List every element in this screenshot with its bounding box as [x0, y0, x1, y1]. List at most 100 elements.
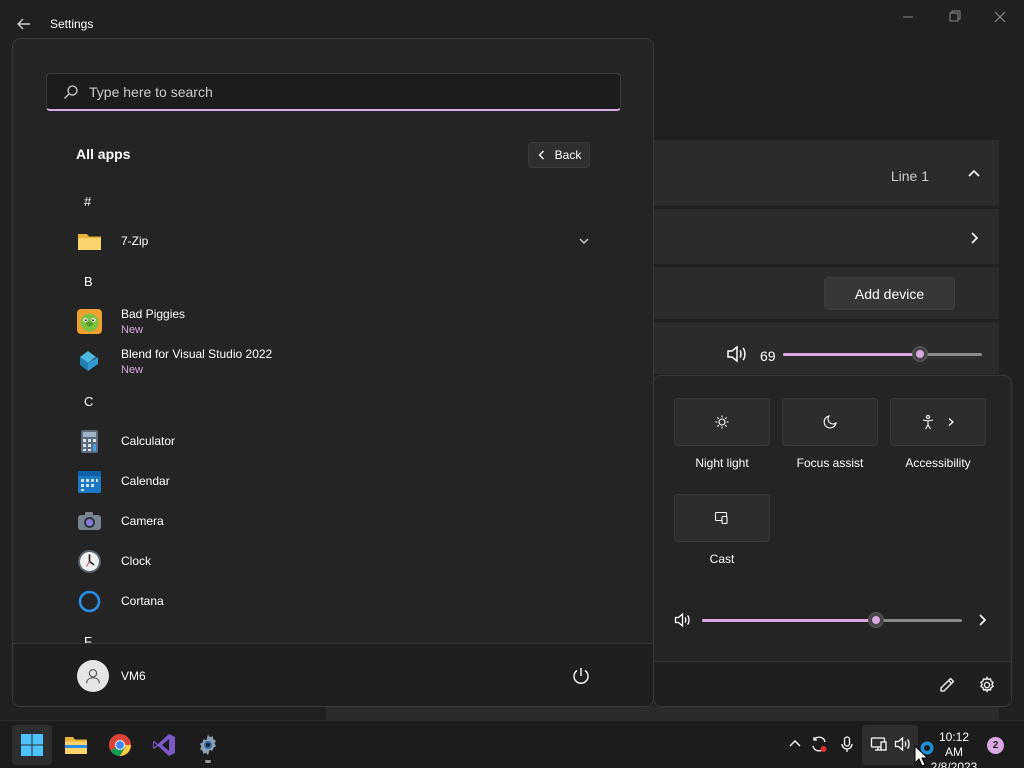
- new-badge: New: [121, 364, 144, 376]
- app-list: # 7-Zip B Bad Piggies New Blend for Visu…: [13, 181, 653, 643]
- running-indicator: [205, 760, 211, 763]
- letter-header-c[interactable]: C: [13, 381, 653, 421]
- audio-output-card[interactable]: Line 1: [654, 140, 999, 206]
- app-item-camera[interactable]: Camera: [13, 501, 653, 541]
- settings-icon: [200, 734, 216, 756]
- volume-slider[interactable]: [783, 347, 982, 361]
- app-item-cortana[interactable]: Cortana: [13, 581, 653, 621]
- cast-tile[interactable]: [674, 494, 770, 542]
- quick-volume-slider[interactable]: [702, 613, 962, 627]
- letter-header-f[interactable]: F: [13, 621, 653, 643]
- clock-time: 10:12 AM: [938, 730, 970, 759]
- window-title: Settings: [50, 17, 94, 31]
- new-badge: New: [121, 324, 144, 336]
- calculator-icon: [77, 429, 102, 454]
- chevron-down-icon[interactable]: [578, 235, 590, 247]
- network-volume-tray[interactable]: [862, 725, 918, 765]
- letter-header-b[interactable]: B: [13, 261, 653, 301]
- app-name: Cortana: [121, 594, 164, 608]
- gear-icon[interactable]: [977, 675, 997, 695]
- notification-badge[interactable]: 2: [987, 737, 1004, 754]
- volume-slider-thumb[interactable]: [913, 347, 927, 361]
- blend-icon: [77, 349, 102, 374]
- taskbar-visual-studio[interactable]: [144, 725, 184, 765]
- user-avatar-icon[interactable]: [77, 660, 109, 692]
- night-light-icon: [715, 415, 729, 429]
- folder-icon: [77, 229, 102, 254]
- app-name: Camera: [121, 514, 164, 528]
- power-icon[interactable]: [571, 666, 591, 686]
- volume-slider-fill: [783, 353, 920, 356]
- sync-icon[interactable]: [810, 735, 828, 753]
- settings-bottom-card: [326, 707, 999, 720]
- app-name: Bad Piggies: [121, 307, 186, 321]
- volume-icon: [894, 735, 912, 753]
- close-icon[interactable]: [990, 8, 1010, 26]
- app-item-blend[interactable]: Blend for Visual Studio 2022 New: [13, 341, 653, 381]
- focus-assist-icon: [823, 415, 837, 429]
- night-light-tile[interactable]: [674, 398, 770, 446]
- accessibility-icon: [922, 414, 934, 430]
- tile-label: Accessibility: [905, 456, 971, 470]
- network-icon: [870, 735, 888, 753]
- search-icon: [63, 84, 79, 100]
- start-icon: [21, 734, 43, 756]
- clock-date: 2/8/2023: [930, 760, 978, 768]
- back-button[interactable]: Back: [528, 142, 590, 168]
- chevron-up-icon[interactable]: [967, 166, 981, 180]
- search-input[interactable]: [89, 80, 589, 104]
- search-box[interactable]: [46, 73, 621, 111]
- restore-icon[interactable]: [944, 8, 964, 26]
- tile-label: Night light: [695, 456, 749, 470]
- app-item-calculator[interactable]: Calculator: [13, 421, 653, 461]
- taskbar-file-explorer[interactable]: [56, 725, 96, 765]
- chrome-icon: [109, 734, 131, 756]
- tile-label: Focus assist: [796, 456, 864, 470]
- chevron-right-icon[interactable]: [967, 231, 981, 245]
- start-menu: All apps Back # 7-Zip B Bad Piggies New: [12, 38, 654, 707]
- start-footer: VM6: [13, 643, 653, 706]
- chevron-left-icon: [538, 150, 544, 160]
- app-name: Calculator: [121, 434, 176, 448]
- add-device-button[interactable]: Add device: [824, 277, 955, 310]
- accessibility-tile[interactable]: [890, 398, 986, 446]
- app-name: Clock: [121, 554, 152, 568]
- app-name: 7-Zip: [121, 234, 149, 248]
- back-arrow-icon[interactable]: [14, 14, 34, 34]
- taskbar-settings[interactable]: [188, 725, 228, 765]
- back-button-label: Back: [554, 148, 582, 162]
- chevron-right-icon[interactable]: [977, 613, 989, 627]
- camera-icon: [77, 509, 102, 534]
- quick-settings-panel: Night light Focus assist Accessibility C…: [653, 375, 1012, 707]
- microphone-icon[interactable]: [838, 735, 856, 753]
- app-item-bad-piggies[interactable]: Bad Piggies New: [13, 301, 653, 341]
- clock-icon: [77, 549, 102, 574]
- taskbar-clock[interactable]: 10:12 AM 2/8/2023: [930, 730, 978, 768]
- chevron-up-icon[interactable]: [786, 735, 804, 753]
- mouse-cursor-icon: [914, 745, 928, 767]
- speaker-icon[interactable]: [674, 612, 692, 628]
- taskbar-chrome[interactable]: [100, 725, 140, 765]
- quick-volume-slider-thumb[interactable]: [869, 613, 883, 627]
- start-button[interactable]: [12, 725, 52, 765]
- app-item-calendar[interactable]: Calendar: [13, 461, 653, 501]
- quick-settings-footer: [654, 661, 1011, 706]
- chevron-right-icon: [948, 418, 954, 426]
- focus-assist-tile[interactable]: [782, 398, 878, 446]
- cortana-icon: [77, 589, 102, 614]
- volume-value: 69: [760, 348, 776, 364]
- speaker-icon[interactable]: [726, 344, 748, 364]
- minimize-icon[interactable]: [898, 8, 918, 26]
- volume-row: 69: [654, 322, 999, 374]
- app-name: Blend for Visual Studio 2022: [121, 347, 273, 361]
- app-name: Calendar: [121, 474, 170, 488]
- settings-row[interactable]: [654, 209, 999, 264]
- user-name[interactable]: VM6: [121, 669, 146, 683]
- edit-pencil-icon[interactable]: [937, 675, 957, 695]
- app-item-7zip[interactable]: 7-Zip: [13, 221, 653, 261]
- all-apps-title: All apps: [76, 146, 131, 162]
- app-item-clock[interactable]: Clock: [13, 541, 653, 581]
- pair-device-row: Add device: [654, 267, 999, 319]
- letter-header-hash[interactable]: #: [13, 181, 653, 221]
- calendar-icon: [77, 469, 102, 494]
